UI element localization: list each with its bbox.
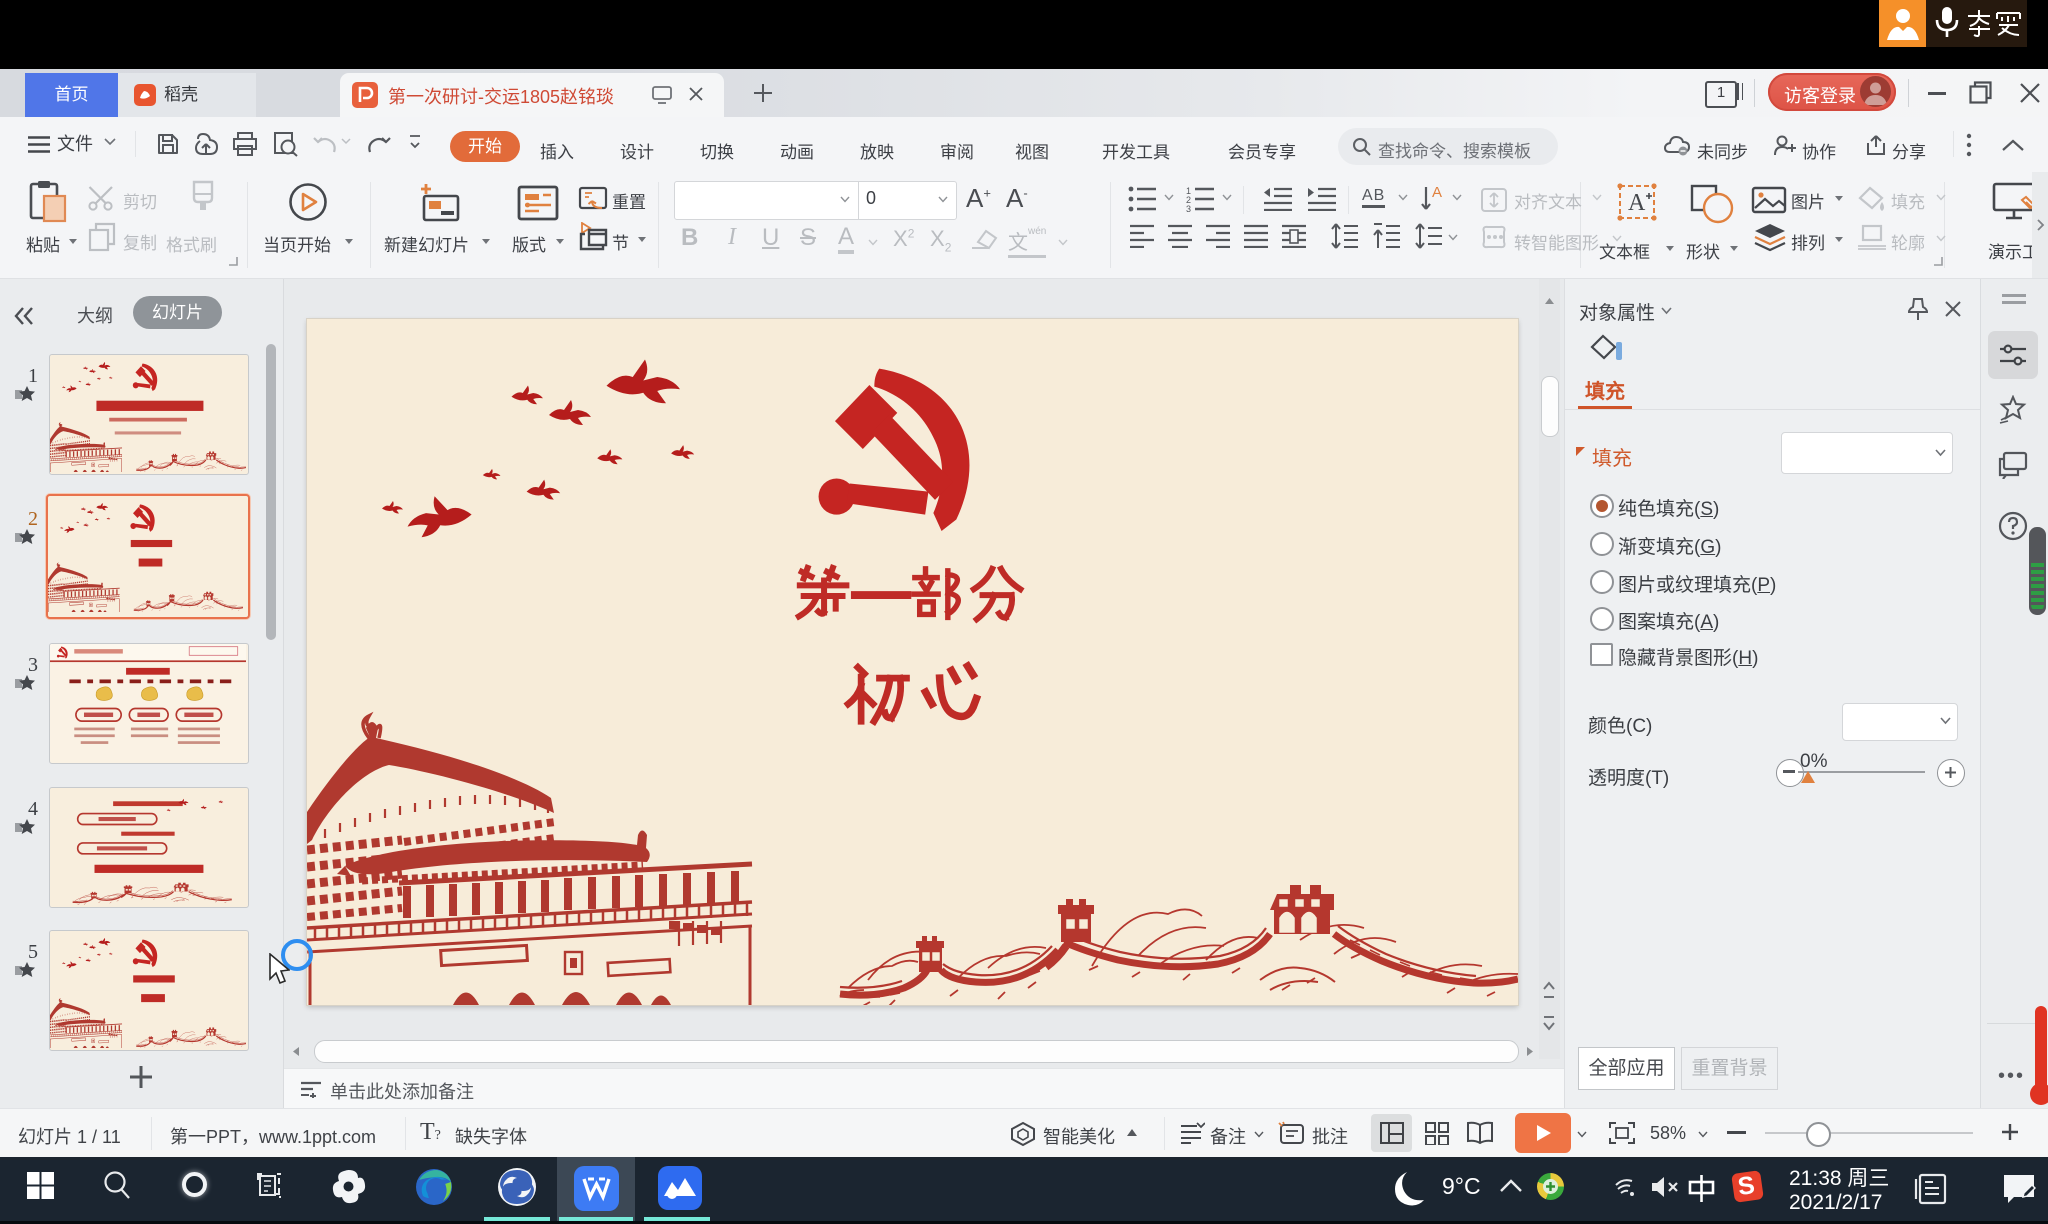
svg-text:3: 3 (1186, 204, 1191, 212)
svg-text:A: A (1432, 185, 1442, 201)
svg-text:A: A (1628, 190, 1646, 216)
